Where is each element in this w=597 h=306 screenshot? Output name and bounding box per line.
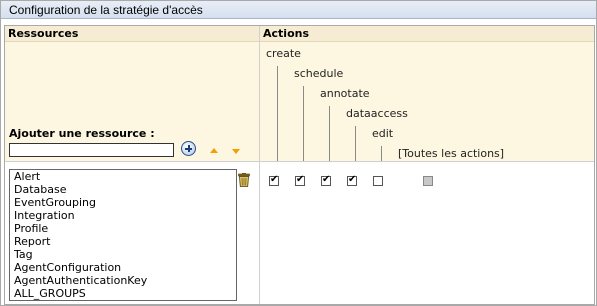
checkbox-schedule[interactable] xyxy=(295,174,305,186)
access-policy-panel: Configuration de la stratégie d'accès Re… xyxy=(0,0,597,306)
checkbox-all-actions[interactable] xyxy=(423,176,433,186)
checkbox-create[interactable] xyxy=(269,174,279,186)
policy-grid: Ressources Actions Ajouter une ressource… xyxy=(4,25,595,305)
actions-header-label: Actions xyxy=(263,27,309,40)
row-separator xyxy=(5,161,594,162)
checkbox-dataaccess[interactable] xyxy=(347,174,357,186)
action-dataaccess: dataaccess xyxy=(346,107,408,120)
actions-header: Actions xyxy=(260,26,594,42)
arrow-up-icon[interactable] xyxy=(210,148,218,153)
resource-listbox[interactable]: Alert Database EventGrouping Integration… xyxy=(9,169,237,301)
tree-line xyxy=(277,66,278,162)
action-edit: edit xyxy=(372,127,394,140)
list-item[interactable]: AgentConfiguration xyxy=(10,261,236,274)
resource-toolbar-area: Ajouter une ressource : xyxy=(5,42,259,161)
list-item[interactable]: Integration xyxy=(10,209,236,222)
list-item[interactable]: ALL_GROUPS xyxy=(10,287,236,300)
list-item[interactable]: Alert xyxy=(10,170,236,183)
add-resource-input[interactable] xyxy=(9,143,174,157)
actions-tree-area: create schedule annotate dataaccess edit… xyxy=(260,42,594,162)
list-item[interactable]: AgentAuthenticationKey xyxy=(10,274,236,287)
resources-header: Ressources xyxy=(5,26,259,42)
list-item[interactable]: Profile xyxy=(10,222,236,235)
tree-line xyxy=(381,146,382,162)
list-item[interactable]: Database xyxy=(10,183,236,196)
trash-icon[interactable] xyxy=(238,173,250,187)
tree-line xyxy=(303,86,304,162)
list-item[interactable]: Tag xyxy=(10,248,236,261)
action-schedule: schedule xyxy=(294,67,344,80)
panel-title: Configuration de la stratégie d'accès xyxy=(9,3,203,17)
action-create: create xyxy=(266,47,301,60)
arrow-down-icon[interactable] xyxy=(232,149,240,154)
action-all: [Toutes les actions] xyxy=(398,147,505,160)
tree-line xyxy=(355,126,356,162)
resources-header-label: Ressources xyxy=(8,27,79,40)
column-divider xyxy=(259,26,260,304)
checkbox-edit[interactable] xyxy=(373,176,383,186)
tree-line xyxy=(329,106,330,162)
action-annotate: annotate xyxy=(320,87,370,100)
list-item[interactable]: EventGrouping xyxy=(10,196,236,209)
add-circle-icon[interactable] xyxy=(181,141,196,156)
title-bar: Configuration de la stratégie d'accès xyxy=(1,1,596,19)
add-resource-label: Ajouter une ressource : xyxy=(9,127,155,140)
list-item[interactable]: Report xyxy=(10,235,236,248)
checkbox-annotate[interactable] xyxy=(321,174,331,186)
